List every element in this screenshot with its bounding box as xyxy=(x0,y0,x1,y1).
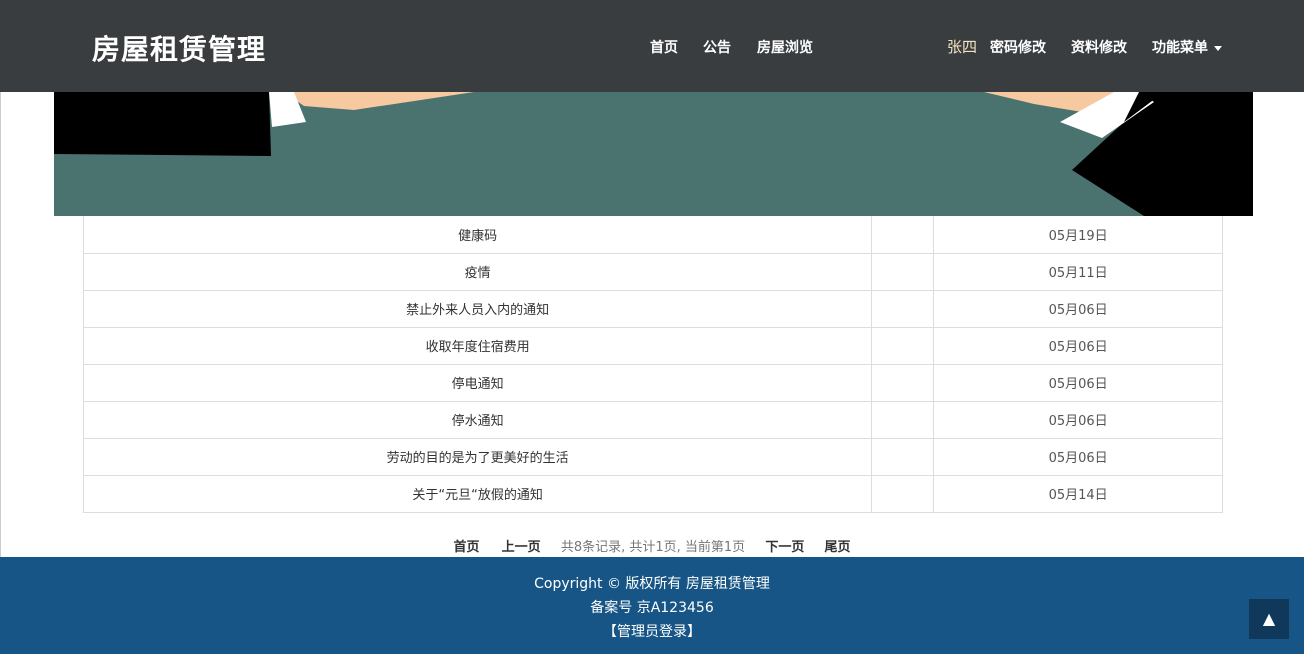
announcement-empty-cell xyxy=(871,474,935,513)
pager-next[interactable]: 下一页 xyxy=(765,540,804,555)
announcement-row[interactable]: 疫情 05月11日 xyxy=(82,252,1223,291)
announcement-empty-cell xyxy=(871,216,935,254)
admin-login-link[interactable]: 【管理员登录】 xyxy=(0,621,1304,641)
function-menu-label: 功能菜单 xyxy=(1152,40,1208,56)
pager-prev[interactable]: 上一页 xyxy=(502,540,541,555)
content-left-border xyxy=(0,92,1,557)
pager-info: 共8条记录, 共计1页, 当前第1页 xyxy=(560,540,746,555)
announcement-empty-cell xyxy=(871,289,935,328)
announcement-title[interactable]: 劳动的目的是为了更美好的生活 xyxy=(82,437,873,476)
announcement-row[interactable]: 禁止外来人员入内的通知 05月06日 xyxy=(82,289,1223,328)
announcement-row[interactable]: 收取年度住宿费用 05月06日 xyxy=(82,326,1223,365)
nav-announcements[interactable]: 公告 xyxy=(703,37,731,57)
nav-house-browse[interactable]: 房屋浏览 xyxy=(757,37,813,57)
announcement-title[interactable]: 停水通知 xyxy=(82,400,873,439)
pager-first[interactable]: 首页 xyxy=(454,540,480,555)
announcement-table: 健康码 05月19日 疫情 05月11日 禁止外来人员入内的通知 05月06日 收取年度住宿… xyxy=(82,216,1223,513)
announcement-title[interactable]: 关于“元旦“放假的通知 xyxy=(82,474,873,513)
announcement-empty-cell xyxy=(871,326,935,365)
site-brand[interactable]: 房屋租赁管理 xyxy=(92,28,266,68)
announcement-date: 05月11日 xyxy=(933,252,1223,291)
announcement-empty-cell xyxy=(871,437,935,476)
announcement-title[interactable]: 健康码 xyxy=(82,216,873,254)
announcement-row[interactable]: 关于“元旦“放假的通知 05月14日 xyxy=(82,474,1223,513)
footer-copyright: Copyright © 版权所有 房屋租赁管理 xyxy=(534,576,770,592)
nav-function-menu[interactable]: 功能菜单 xyxy=(1152,37,1222,57)
announcement-empty-cell xyxy=(871,400,935,439)
caret-down-icon xyxy=(1214,45,1222,51)
site-footer: Copyright © 版权所有 房屋租赁管理 备案号 京A123456 【管理… xyxy=(0,557,1304,654)
announcement-row[interactable]: 劳动的目的是为了更美好的生活 05月06日 xyxy=(82,437,1223,476)
announcement-date: 05月06日 xyxy=(933,437,1223,476)
current-user-name: 张四 xyxy=(947,38,978,56)
announcement-title[interactable]: 停电通知 xyxy=(82,363,873,402)
announcement-empty-cell xyxy=(871,252,935,291)
announcement-date: 05月06日 xyxy=(933,326,1223,365)
announcement-date: 05月14日 xyxy=(933,474,1223,513)
nav-home[interactable]: 首页 xyxy=(650,37,678,57)
announcement-date: 05月06日 xyxy=(933,289,1223,328)
pagination: 首页 上一页 共8条记录, 共计1页, 当前第1页 下一页 尾页 xyxy=(0,536,1304,555)
footer-icp: 备案号 京A123456 xyxy=(590,600,714,616)
back-to-top-button[interactable]: ▲ xyxy=(1249,599,1289,639)
announcement-row[interactable]: 停水通知 05月06日 xyxy=(82,400,1223,439)
announcement-title[interactable]: 疫情 xyxy=(82,252,873,291)
announcement-title[interactable]: 禁止外来人员入内的通知 xyxy=(82,289,873,328)
announcement-row[interactable]: 停电通知 05月06日 xyxy=(82,363,1223,402)
announcement-title[interactable]: 收取年度住宿费用 xyxy=(82,326,873,365)
pager-last[interactable]: 尾页 xyxy=(824,540,850,555)
banner-image xyxy=(54,92,1253,216)
triangle-up-icon: ▲ xyxy=(1262,609,1276,628)
announcement-date: 05月06日 xyxy=(933,363,1223,402)
nav-edit-profile[interactable]: 资料修改 xyxy=(1071,37,1127,57)
announcement-date: 05月06日 xyxy=(933,400,1223,439)
announcement-empty-cell xyxy=(871,363,935,402)
banner-illustration xyxy=(54,92,1253,216)
nav-change-password[interactable]: 密码修改 xyxy=(990,37,1046,57)
announcement-row[interactable]: 健康码 05月19日 xyxy=(82,216,1223,254)
top-navbar: 房屋租赁管理 首页 公告 房屋浏览 张四 密码修改 资料修改 功能菜单 xyxy=(0,0,1304,92)
announcement-date: 05月19日 xyxy=(933,216,1223,254)
